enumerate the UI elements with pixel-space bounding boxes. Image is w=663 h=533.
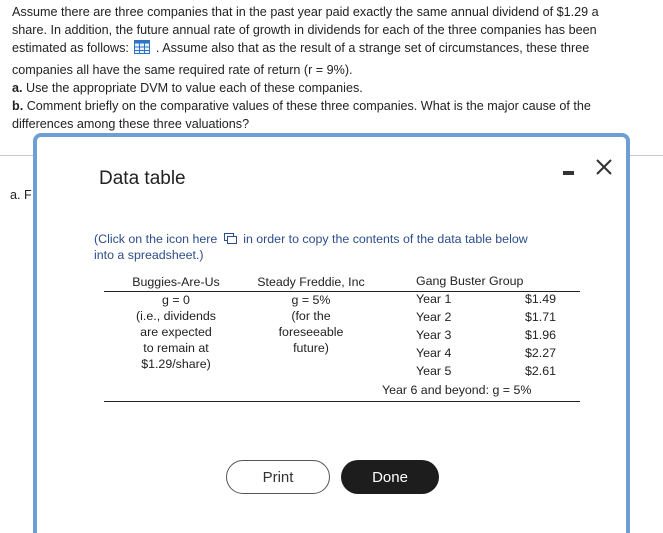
column-header-text: Gang Buster Group bbox=[416, 274, 524, 288]
part-a-text: Use the appropriate DVM to value each of… bbox=[22, 81, 363, 95]
part-b-line2: differences among these three valuations… bbox=[12, 117, 250, 131]
column-header: Steady Freddie, Inc bbox=[257, 275, 365, 289]
column-line: future) bbox=[293, 341, 329, 355]
year-label: Year 2 bbox=[416, 310, 452, 324]
column-line: g = 5% bbox=[291, 293, 331, 307]
table-bottom-rule bbox=[104, 401, 580, 402]
problem-line-part: estimated as follows: bbox=[12, 41, 129, 55]
dividend-amount: $1.71 bbox=[524, 310, 556, 324]
problem-line: Assume there are three companies that in… bbox=[12, 5, 599, 19]
column-line: (for the bbox=[291, 309, 331, 323]
answer-a-label: a. F bbox=[10, 188, 32, 202]
data-table-icon[interactable] bbox=[134, 40, 151, 54]
part-b: b. Comment briefly on the comparative va… bbox=[12, 97, 652, 115]
table-row: Year 5 $2.61 bbox=[416, 364, 556, 382]
year-label: Year 3 bbox=[416, 328, 452, 342]
problem-line: companies all have the same required rat… bbox=[12, 63, 353, 77]
problem-line-part: . Assume also that as the result of a st… bbox=[155, 41, 590, 55]
table-row: Year 1 $1.49 bbox=[416, 292, 556, 310]
close-icon[interactable] bbox=[593, 156, 615, 178]
dividend-amount: $1.96 bbox=[524, 328, 556, 342]
dividend-amount: $2.61 bbox=[524, 364, 556, 378]
copy-note-text: into a spreadsheet.) bbox=[94, 248, 204, 262]
column-line: $1.29/share) bbox=[141, 357, 211, 371]
table-row: Year 2 $1.71 bbox=[416, 310, 556, 328]
part-b-letter: b. bbox=[12, 99, 24, 113]
copy-note-text: in order to copy the contents of the dat… bbox=[243, 232, 528, 246]
copy-spreadsheet-icon[interactable] bbox=[223, 232, 237, 244]
print-button[interactable]: Print bbox=[226, 460, 330, 494]
data-table-modal: Data table (Click on the icon here in or… bbox=[33, 133, 630, 533]
table-row: Year 4 $2.27 bbox=[416, 346, 556, 364]
column-header: Gang Buster Group bbox=[416, 274, 556, 292]
year-label: Year 4 bbox=[416, 346, 452, 360]
year-label: Year 5 bbox=[416, 364, 452, 378]
year-label: Year 1 bbox=[416, 292, 452, 306]
column-line: foreseeable bbox=[278, 325, 344, 339]
done-button[interactable]: Done bbox=[341, 460, 439, 494]
column-header: Buggies-Are-Us bbox=[132, 275, 220, 289]
copy-instructions: (Click on the icon here in order to copy… bbox=[94, 231, 564, 263]
problem-line: estimated as follows: . Assume also that… bbox=[12, 39, 652, 57]
dividend-amount: $2.27 bbox=[524, 346, 556, 360]
problem-line: share. In addition, the future annual ra… bbox=[12, 23, 597, 37]
part-a-letter: a. bbox=[12, 81, 23, 95]
part-b-text: Comment briefly on the comparative value… bbox=[23, 99, 591, 113]
part-a: a. Use the appropriate DVM to value each… bbox=[12, 79, 652, 97]
buggies-column: Buggies-Are-Us g = 0 (i.e., dividends ar… bbox=[126, 274, 226, 372]
dividend-amount: $1.49 bbox=[524, 292, 556, 306]
minimize-icon[interactable] bbox=[562, 162, 576, 176]
gang-buster-footer: Year 6 and beyond: g = 5% bbox=[382, 383, 532, 397]
column-line: are expected bbox=[140, 325, 212, 339]
modal-title: Data table bbox=[99, 168, 186, 189]
table-row: Year 3 $1.96 bbox=[416, 328, 556, 346]
column-line: to remain at bbox=[143, 341, 209, 355]
column-line: (i.e., dividends bbox=[136, 309, 216, 323]
problem-text: Assume there are three companies that in… bbox=[12, 3, 652, 133]
copy-note-text: (Click on the icon here bbox=[94, 232, 218, 246]
steady-freddie-column: Steady Freddie, Inc g = 5% (for the fore… bbox=[256, 274, 366, 356]
column-line: g = 0 bbox=[162, 293, 190, 307]
